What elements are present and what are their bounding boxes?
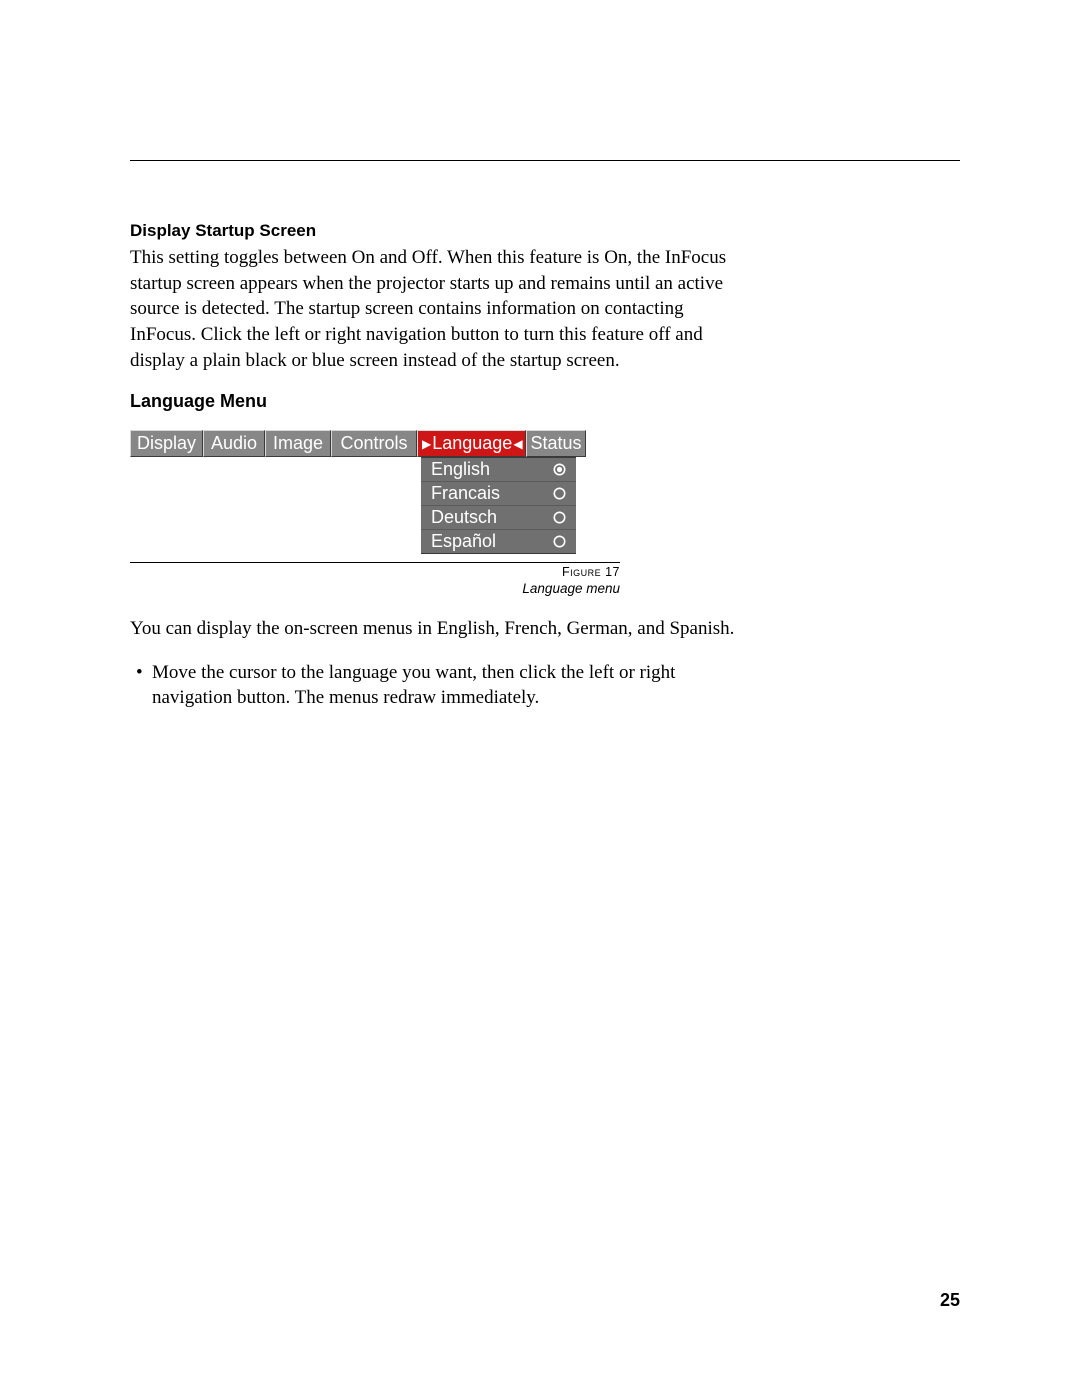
radio-unselected-icon [553,487,566,500]
triangle-left-icon: ◀ [513,438,522,450]
tab-label: Controls [340,433,407,454]
top-rule [130,160,960,161]
tab-label: Status [530,433,581,454]
language-menu-figure: Display Audio Image Controls ▶ Language … [130,430,618,554]
tab-language[interactable]: ▶ Language ◀ [417,430,526,457]
tab-label: Image [273,433,323,454]
tab-audio[interactable]: Audio [203,430,265,457]
tab-controls[interactable]: Controls [331,430,417,457]
figure-caption: Language menu [130,581,620,596]
bullet-item: • Move the cursor to the language you wa… [130,660,750,711]
tab-image[interactable]: Image [265,430,331,457]
display-startup-heading: Display Startup Screen [130,221,960,241]
radio-unselected-icon [553,511,566,524]
figure-rule [130,562,620,563]
option-deutsch[interactable]: Deutsch [421,506,576,530]
language-options: English Francais Deutsch Español [421,457,576,554]
option-label: English [431,459,490,480]
option-english[interactable]: English [421,458,576,482]
after-figure-para: You can display the on-screen menus in E… [130,616,750,642]
option-francais[interactable]: Francais [421,482,576,506]
language-menu-heading: Language Menu [130,391,960,412]
bullet-dot: • [130,660,152,711]
tab-label: Language [431,433,513,454]
option-label: Deutsch [431,507,497,528]
display-startup-body: This setting toggles between On and Off.… [130,245,750,373]
tab-status[interactable]: Status [526,430,586,457]
figure-word: Figure [562,565,601,579]
option-label: Español [431,531,496,552]
option-label: Francais [431,483,500,504]
page-number: 25 [940,1290,960,1311]
figure-number: 17 [605,565,620,579]
tab-label: Display [137,433,196,454]
tab-label: Audio [211,433,257,454]
tab-display[interactable]: Display [130,430,203,457]
triangle-right-icon: ▶ [422,438,431,450]
figure-label: Figure 17 [130,565,620,579]
option-espanol[interactable]: Español [421,530,576,554]
radio-selected-icon [553,463,566,476]
radio-unselected-icon [553,535,566,548]
menu-tab-bar: Display Audio Image Controls ▶ Language … [130,430,618,457]
bullet-text: Move the cursor to the language you want… [152,660,750,711]
